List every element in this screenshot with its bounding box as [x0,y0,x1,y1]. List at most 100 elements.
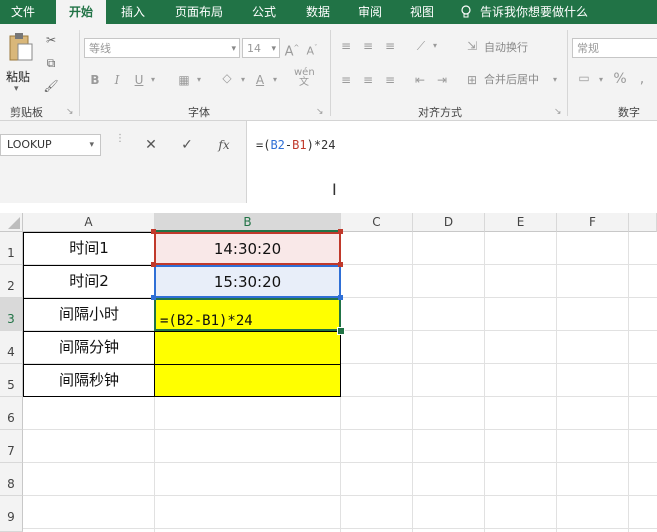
chevron-down-icon[interactable]: ▾ [148,72,158,88]
chevron-down-icon[interactable]: ▾ [89,135,94,155]
cell-a1[interactable]: 时间1 [23,232,155,265]
align-bottom-icon[interactable]: ≡ [382,38,398,54]
gridline [628,232,629,532]
row-header-9[interactable]: 9 [0,496,23,532]
font-name-combo[interactable]: 等线 ▾ [84,38,240,58]
tab-review[interactable]: 审阅 [350,0,390,24]
range-handle[interactable] [151,295,156,300]
alignment-launcher-icon[interactable]: ↘ [554,104,562,120]
wrap-text-icon[interactable]: ⇲ [464,38,480,54]
insert-function-icon[interactable]: fx [214,137,234,153]
orientation-icon[interactable]: ⟋ [412,38,430,54]
align-middle-icon[interactable]: ≡ [360,38,376,54]
column-header-b[interactable]: B [155,213,341,232]
paste-dropdown-icon[interactable]: ▾ [14,84,19,94]
number-format-combo[interactable]: 常规 [572,38,657,58]
chevron-down-icon[interactable]: ▾ [430,38,440,54]
bold-icon[interactable]: B [88,72,102,88]
merge-center-icon[interactable]: ⊞ [464,72,480,88]
name-box[interactable]: LOOKUP ▾ [0,134,101,156]
formula-ref-b1: B1 [292,138,307,152]
merge-center-button[interactable]: 合并后居中 [484,72,539,88]
column-header-e[interactable]: E [485,213,557,232]
paste-icon[interactable] [8,32,34,62]
column-header-d[interactable]: D [413,213,485,232]
tab-view[interactable]: 视图 [402,0,442,24]
align-left-icon[interactable]: ≡ [338,72,354,88]
tab-file[interactable]: 文件 [0,0,46,24]
italic-icon[interactable]: I [110,72,124,88]
row-header-4[interactable]: 4 [0,331,23,364]
chevron-down-icon[interactable]: ▾ [238,72,248,88]
fill-handle[interactable] [337,327,345,335]
formula-input[interactable] [246,121,657,203]
copy-icon[interactable]: ⧉ [42,55,60,71]
tell-me-search[interactable]: 告诉我你想要做什么 [480,0,600,24]
row-header-6[interactable]: 6 [0,397,23,430]
cancel-icon[interactable]: ✕ [142,137,160,153]
row-header-7[interactable]: 7 [0,430,23,463]
chevron-down-icon[interactable]: ▾ [194,72,204,88]
row-header-1[interactable]: 1 [0,232,23,265]
font-launcher-icon[interactable]: ↘ [316,104,324,120]
range-handle[interactable] [338,262,343,267]
cell-b3-editing[interactable]: =(B2-B1)*24 [154,298,341,331]
cell-b5[interactable] [155,364,341,397]
row-header-5[interactable]: 5 [0,364,23,397]
cell-a4[interactable]: 间隔分钟 [23,331,155,364]
range-handle[interactable] [338,229,343,234]
cell-b2[interactable]: 15:30:20 [154,265,341,298]
cell-a3[interactable]: 间隔小时 [23,298,155,331]
tab-data[interactable]: 数据 [298,0,338,24]
font-color-icon[interactable]: A [252,72,268,88]
number-group-label: 数字 [618,106,640,119]
tab-home[interactable]: 开始 [56,0,106,24]
phonetic-icon[interactable]: wén 文 [294,68,315,88]
fill-color-icon[interactable]: ◇ [218,70,236,86]
column-header-a[interactable]: A [23,213,155,232]
decrease-indent-icon[interactable]: ⇤ [412,72,428,88]
tab-insert[interactable]: 插入 [112,0,154,24]
chevron-down-icon[interactable]: ▾ [270,72,280,88]
cell-a2[interactable]: 时间2 [23,265,155,298]
font-group-label: 字体 [188,106,210,119]
formula-text: =(B2-B1)*24 [256,138,336,152]
tab-formulas[interactable]: 公式 [244,0,284,24]
column-header-g[interactable] [629,213,657,232]
menu-bar: 文件 开始 插入 页面布局 公式 数据 审阅 视图 告诉我你想要做什么 [0,0,657,24]
wrap-text-button[interactable]: 自动换行 [484,40,528,56]
decrease-font-icon[interactable]: Aˇ [304,40,320,60]
format-painter-icon[interactable]: 🖌 [42,78,60,94]
font-size-combo[interactable]: 14 ▾ [242,38,280,58]
currency-icon[interactable]: ▭ [576,70,592,86]
cell-b4[interactable] [155,331,341,364]
cell-b1[interactable]: 14:30:20 [154,232,341,265]
cut-icon[interactable]: ✂ [42,32,60,48]
range-handle[interactable] [151,229,156,234]
align-center-icon[interactable]: ≡ [360,72,376,88]
align-top-icon[interactable]: ≡ [338,38,354,54]
cell-a5[interactable]: 间隔秒钟 [23,364,155,397]
align-right-icon[interactable]: ≡ [382,72,398,88]
formula-bar-grip-icon: ⋮ [115,133,125,144]
enter-icon[interactable]: ✓ [178,137,196,153]
select-all-corner[interactable] [0,213,23,232]
chevron-down-icon[interactable]: ▾ [596,72,606,88]
border-icon[interactable]: ▦ [176,72,192,88]
increase-font-icon[interactable]: A^ [284,40,300,60]
percent-icon[interactable]: % [612,71,628,87]
chevron-down-icon[interactable]: ▾ [550,72,560,88]
range-handle[interactable] [151,262,156,267]
underline-icon[interactable]: U [132,72,146,88]
row-header-2[interactable]: 2 [0,265,23,298]
tab-page-layout[interactable]: 页面布局 [166,0,232,24]
paste-button[interactable]: 粘贴 [6,68,30,85]
column-header-c[interactable]: C [341,213,413,232]
row-header-8[interactable]: 8 [0,463,23,496]
column-header-f[interactable]: F [557,213,629,232]
increase-indent-icon[interactable]: ⇥ [434,72,450,88]
comma-style-icon[interactable]: , [634,71,650,87]
clipboard-launcher-icon[interactable]: ↘ [66,104,74,120]
row-header-3[interactable]: 3 [0,298,23,331]
range-handle[interactable] [338,295,343,300]
